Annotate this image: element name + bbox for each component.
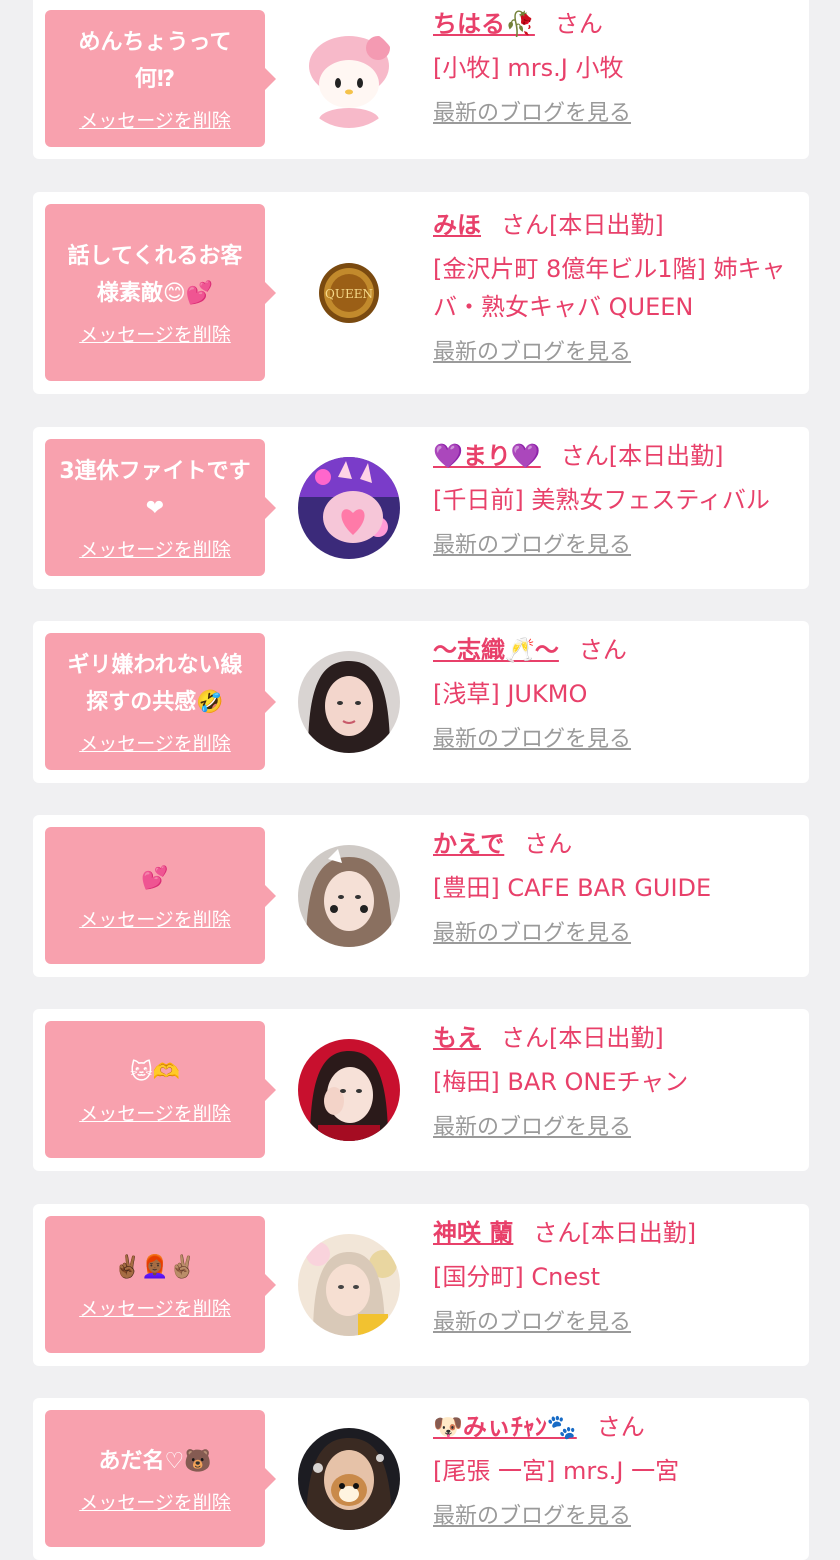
latest-blog-link[interactable]: 最新のブログを見る: [433, 99, 795, 129]
latest-blog-link[interactable]: 最新のブログを見る: [433, 725, 795, 755]
cast-name-link[interactable]: かえで: [433, 830, 504, 858]
cast-name-link[interactable]: もえ: [433, 1024, 481, 1052]
honorific: さん: [560, 442, 609, 470]
shop-text: [千日前] 美熟女フェスティバル: [433, 486, 770, 514]
message-text: ギリ嫌われない線 探すの共感🤣: [67, 653, 243, 715]
latest-blog-link[interactable]: 最新のブログを見る: [433, 531, 795, 561]
cast-name-link[interactable]: 〜志織🥂〜: [433, 636, 559, 664]
latest-blog-link[interactable]: 最新のブログを見る: [433, 1502, 795, 1532]
honorific: さん: [596, 1413, 645, 1441]
shop-text: [浅草] JUKMO: [433, 680, 588, 708]
message-card: あだ名♡🐻 メッセージを削除 🐶みぃﾁｬﾝ🐾 さん [尾張 一宮] mrs.J 一…: [33, 1398, 809, 1560]
entry-info: 🐶みぃﾁｬﾝ🐾 さん [尾張 一宮] mrs.J 一宮 最新のブログを見る: [433, 1410, 795, 1532]
shop-text: [金沢片町 8億年ビル1階] 姉キャバ・熟女キャバ QUEEN: [433, 255, 786, 321]
message-bubble: ✌🏾👩🏾‍🦰✌🏽 メッセージを削除: [45, 1216, 276, 1353]
avatar[interactable]: [298, 1039, 400, 1141]
name-line: 〜志織🥂〜 さん: [433, 633, 795, 667]
message-bubble: めんちょうって 何⁉ メッセージを削除: [45, 10, 276, 147]
honorific: さん: [533, 1219, 582, 1247]
svg-text:QUEEN: QUEEN: [325, 287, 373, 301]
delete-message-link[interactable]: メッセージを削除: [79, 106, 231, 133]
shop-text: [梅田] BAR ONEチャン: [433, 1068, 689, 1096]
honorific: さん: [501, 1024, 549, 1052]
avatar[interactable]: [298, 1428, 400, 1530]
message-bubble: 💕 メッセージを削除: [45, 827, 276, 964]
avatar[interactable]: [298, 651, 400, 753]
delete-message-link[interactable]: メッセージを削除: [79, 1099, 231, 1126]
name-line: もえ さん[本日出勤]: [433, 1021, 795, 1055]
message-card: 💕 メッセージを削除 かえで さん [豊田] CAFE BAR GUIDE 最新の…: [33, 815, 809, 977]
latest-blog-link[interactable]: 最新のブログを見る: [433, 338, 795, 368]
delete-message-link[interactable]: メッセージを削除: [79, 535, 231, 562]
status-text: [本日出勤]: [581, 1219, 697, 1247]
name-line: 💜まり💜 さん[本日出勤]: [433, 439, 795, 473]
message-card: めんちょうって 何⁉ メッセージを削除 ちはる🥀 さん [小牧] mrs.J 小牧…: [33, 0, 809, 159]
message-bubble: ギリ嫌われない線 探すの共感🤣 メッセージを削除: [45, 633, 276, 770]
delete-message-link[interactable]: メッセージを削除: [79, 729, 231, 756]
message-bubble: あだ名♡🐻 メッセージを削除: [45, 1410, 276, 1547]
message-text: あだ名♡🐻: [98, 1448, 212, 1474]
avatar[interactable]: [298, 1234, 400, 1336]
message-card: ギリ嫌われない線 探すの共感🤣 メッセージを削除 〜志織🥂〜 さん [浅草] JU…: [33, 621, 809, 783]
name-line: 神咲 蘭さん[本日出勤]: [433, 1216, 795, 1250]
status-text: [本日出勤]: [608, 442, 724, 470]
shop-text: [国分町] Cnest: [433, 1263, 601, 1291]
cast-name-link[interactable]: 💜まり💜: [433, 442, 541, 470]
message-text: めんちょうって 何⁉: [78, 30, 232, 92]
message-card: 話してくれるお客 様素敵😊💕 メッセージを削除 QUEEN みほ さん[本日出勤]…: [33, 192, 809, 394]
cast-name-link[interactable]: 神咲 蘭: [433, 1219, 513, 1247]
delete-message-link[interactable]: メッセージを削除: [79, 1294, 231, 1321]
avatar[interactable]: [298, 457, 400, 559]
entry-info: 〜志織🥂〜 さん [浅草] JUKMO 最新のブログを見る: [433, 633, 795, 755]
message-text: 🐱🫶: [129, 1059, 181, 1085]
name-line: 🐶みぃﾁｬﾝ🐾 さん: [433, 1410, 795, 1444]
delete-message-link[interactable]: メッセージを削除: [79, 1488, 231, 1515]
entry-info: かえで さん [豊田] CAFE BAR GUIDE 最新のブログを見る: [433, 827, 795, 949]
cast-name-link[interactable]: ちはる🥀: [433, 10, 535, 38]
message-text: ✌🏾👩🏾‍🦰✌🏽: [113, 1254, 197, 1280]
entry-info: みほ さん[本日出勤] [金沢片町 8億年ビル1階] 姉キャバ・熟女キャバ QUE…: [433, 208, 795, 368]
latest-blog-link[interactable]: 最新のブログを見る: [433, 1308, 795, 1338]
message-card: 3連休ファイトです ❤ メッセージを削除 💜まり💜 さん[本日出勤] [千日前] …: [33, 427, 809, 589]
latest-blog-link[interactable]: 最新のブログを見る: [433, 1113, 795, 1143]
entry-info: もえ さん[本日出勤] [梅田] BAR ONEチャン 最新のブログを見る: [433, 1021, 795, 1143]
status-text: [本日出勤]: [549, 211, 664, 239]
honorific: さん: [501, 211, 549, 239]
cast-name-link[interactable]: みほ: [433, 211, 481, 239]
name-line: みほ さん[本日出勤]: [433, 208, 795, 242]
message-text: 話してくれるお客 様素敵😊💕: [67, 244, 243, 306]
message-text: 3連休ファイトです ❤: [59, 459, 251, 521]
message-list: めんちょうって 何⁉ メッセージを削除 ちはる🥀 さん [小牧] mrs.J 小牧…: [0, 0, 840, 1560]
delete-message-link[interactable]: メッセージを削除: [79, 905, 231, 932]
message-bubble: 話してくれるお客 様素敵😊💕 メッセージを削除: [45, 204, 276, 381]
avatar[interactable]: [298, 26, 400, 128]
delete-message-link[interactable]: メッセージを削除: [79, 320, 231, 347]
cast-name-link[interactable]: 🐶みぃﾁｬﾝ🐾: [433, 1413, 577, 1441]
avatar[interactable]: [298, 845, 400, 947]
status-text: [本日出勤]: [549, 1024, 664, 1052]
message-bubble: 3連休ファイトです ❤ メッセージを削除: [45, 439, 276, 576]
message-text: 💕: [141, 865, 169, 891]
shop-text: [尾張 一宮] mrs.J 一宮: [433, 1457, 680, 1485]
avatar[interactable]: QUEEN: [298, 242, 400, 344]
name-line: かえで さん: [433, 827, 795, 861]
message-bubble: 🐱🫶 メッセージを削除: [45, 1021, 276, 1158]
message-card: ✌🏾👩🏾‍🦰✌🏽 メッセージを削除 神咲 蘭さん[本日出勤] [国分町] Cne…: [33, 1204, 809, 1366]
latest-blog-link[interactable]: 最新のブログを見る: [433, 919, 795, 949]
shop-text: [豊田] CAFE BAR GUIDE: [433, 874, 712, 902]
entry-info: 💜まり💜 さん[本日出勤] [千日前] 美熟女フェスティバル 最新のブログを見る: [433, 439, 795, 561]
message-card: 🐱🫶 メッセージを削除 もえ さん[本日出勤] [梅田] BAR ONEチャン 最…: [33, 1009, 809, 1171]
entry-info: ちはる🥀 さん [小牧] mrs.J 小牧 最新のブログを見る: [433, 7, 795, 129]
honorific: さん: [554, 10, 603, 38]
entry-info: 神咲 蘭さん[本日出勤] [国分町] Cnest 最新のブログを見る: [433, 1216, 795, 1338]
shop-text: [小牧] mrs.J 小牧: [433, 54, 624, 82]
honorific: さん: [524, 830, 573, 858]
name-line: ちはる🥀 さん: [433, 7, 795, 41]
honorific: さん: [578, 636, 627, 664]
